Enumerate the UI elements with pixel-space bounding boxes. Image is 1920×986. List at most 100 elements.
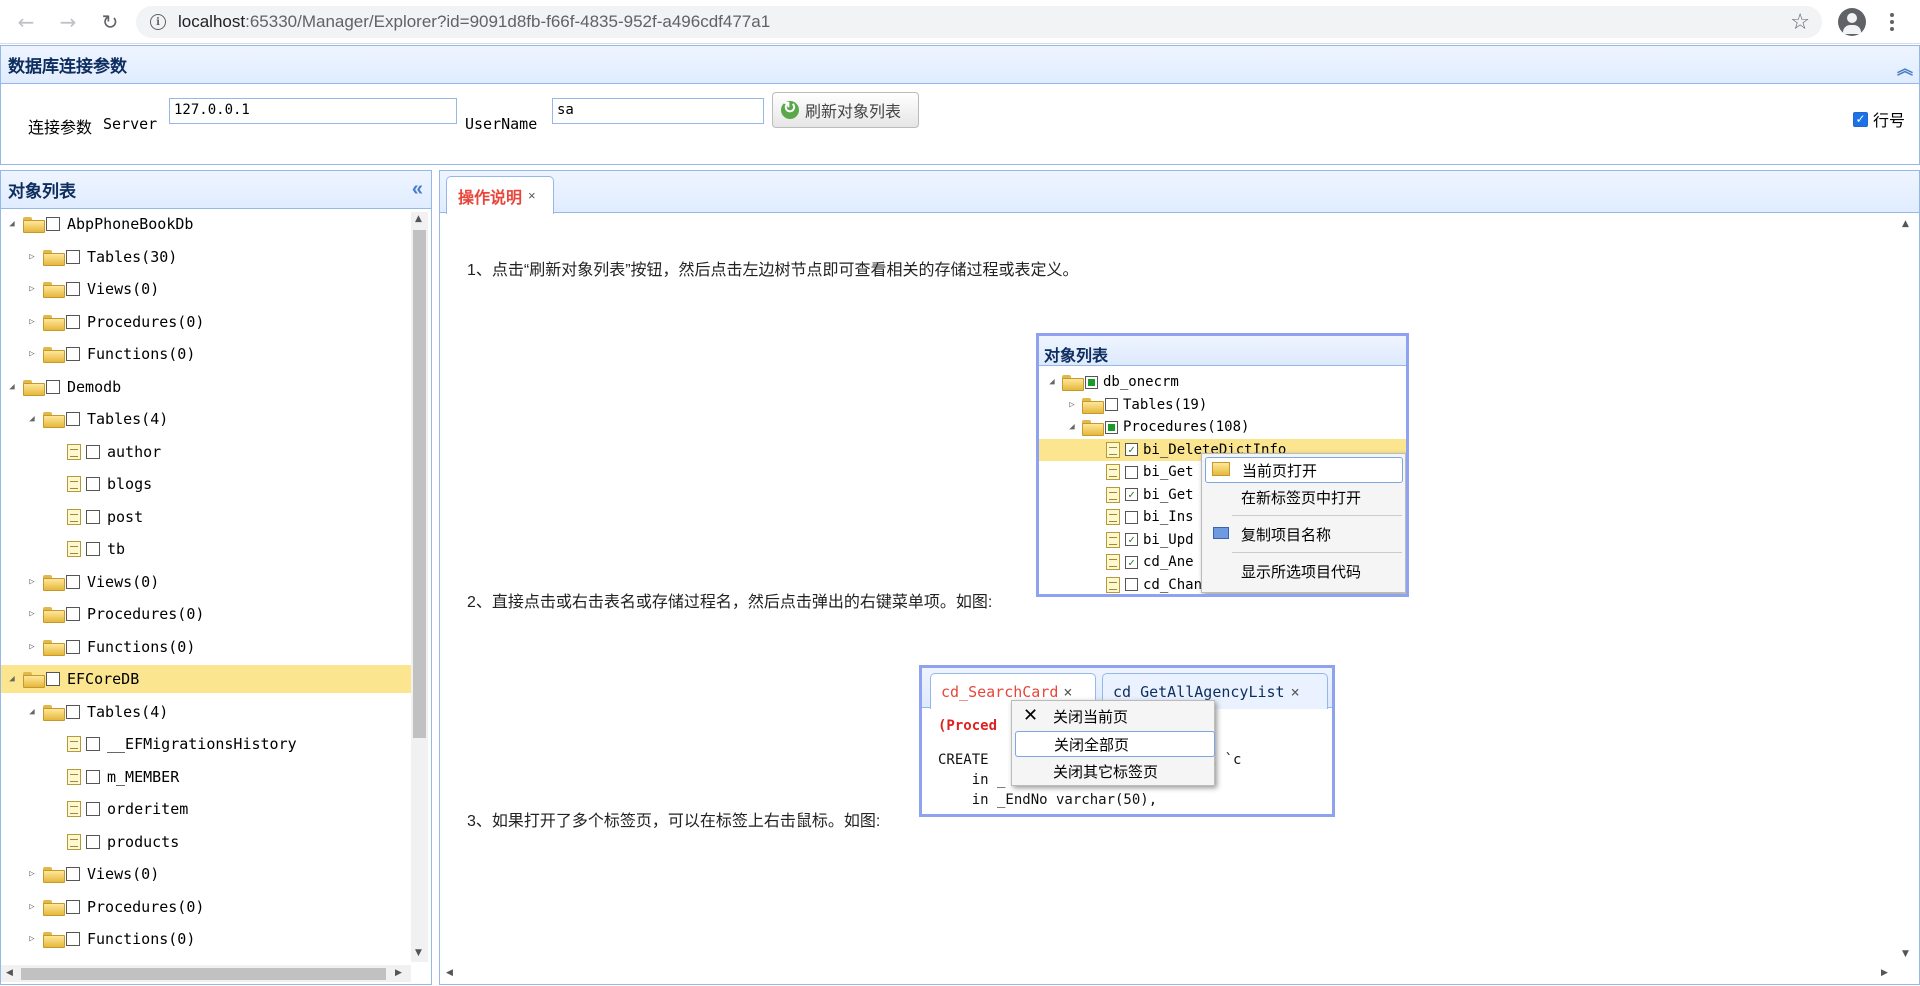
tree-node-checkbox[interactable] [66, 574, 80, 589]
tree-horizontal-scrollbar[interactable]: ◀ ▶ [1, 965, 411, 982]
menu-show-code[interactable]: 显示所选项目代码 [1205, 558, 1403, 584]
tree-node-checkbox[interactable] [66, 704, 80, 719]
address-bar[interactable]: i localhost:65330/Manager/Explorer?id=90… [136, 6, 1822, 38]
content-scroll-right-icon[interactable]: ▶ [1881, 968, 1888, 978]
tree-node[interactable]: ◢ Tables(4) [1, 698, 411, 726]
tree-node-checkbox[interactable] [46, 217, 60, 231]
collapsed-arrow-icon[interactable]: ▷ [25, 642, 39, 652]
tree-node[interactable]: blogs [1, 470, 411, 498]
scroll-right-arrow-icon[interactable]: ▶ [395, 968, 402, 978]
tree-node-checkbox[interactable] [66, 639, 80, 654]
collapsed-arrow-icon[interactable]: ▷ [25, 869, 39, 879]
scroll-down-arrow-icon[interactable]: ▼ [415, 948, 422, 958]
tree-node[interactable]: ◢ Tables(4) [1, 405, 411, 433]
collapsed-arrow-icon[interactable]: ▷ [25, 609, 39, 619]
expanded-arrow-icon[interactable]: ◢ [5, 674, 19, 684]
collapsed-arrow-icon[interactable]: ▷ [25, 252, 39, 262]
line-number-toggle[interactable]: ✓ 行号 [1853, 107, 1905, 131]
tree-node-checkbox[interactable] [46, 379, 60, 394]
tree-node[interactable]: ▷ Functions(0) [1, 925, 411, 953]
tree-node-checkbox[interactable] [66, 899, 80, 914]
tree-node-checkbox[interactable] [86, 737, 100, 751]
tree-node[interactable]: ▷ Tables(30) [1, 243, 411, 271]
tree-node-checkbox[interactable] [66, 412, 80, 426]
tree-node[interactable]: ▷ Procedures(0) [1, 893, 411, 921]
tree-node[interactable]: ▷ Functions(0) [1, 633, 411, 661]
tree-node-checkbox[interactable] [86, 769, 100, 784]
username-input[interactable]: sa [552, 98, 764, 124]
tree-node[interactable]: ▷ Views(0) [1, 275, 411, 303]
forward-arrow-icon[interactable]: → [54, 8, 82, 36]
content-scroll-up-icon[interactable]: ▲ [1902, 219, 1909, 229]
tree-node[interactable]: ▷ Procedures(0) [1, 600, 411, 628]
menu-copy-name[interactable]: 复制项目名称 [1205, 521, 1403, 547]
tab-close-icon[interactable]: × [1063, 683, 1072, 701]
tree-node-checkbox[interactable] [66, 932, 80, 946]
tree-node[interactable]: ▷ Functions(0) [1, 340, 411, 368]
content-horizontal-scrollbar[interactable]: ◀ ▶ [441, 965, 1897, 982]
site-info-icon[interactable]: i [150, 14, 166, 30]
collapsed-arrow-icon[interactable]: ▷ [25, 902, 39, 912]
refresh-object-list-button[interactable]: 刷新对象列表 [772, 92, 919, 128]
expanded-arrow-icon[interactable]: ◢ [5, 382, 19, 392]
menu-open-current[interactable]: 当前页打开 [1205, 457, 1403, 483]
expanded-arrow-icon[interactable]: ◢ [5, 219, 19, 229]
tab-close-icon[interactable]: × [528, 188, 536, 203]
server-input[interactable]: 127.0.0.1 [169, 98, 457, 124]
tab-close-icon[interactable]: × [1291, 683, 1300, 701]
tree-node[interactable]: tb [1, 535, 411, 563]
tree-node-checkbox[interactable] [46, 672, 60, 686]
expanded-arrow-icon[interactable]: ◢ [25, 707, 39, 717]
profile-avatar-icon[interactable] [1838, 8, 1866, 36]
tree-node[interactable]: post [1, 503, 411, 531]
collapsed-arrow-icon[interactable]: ▷ [25, 577, 39, 587]
tree-node-checkbox[interactable] [66, 347, 80, 361]
collapsed-arrow-icon[interactable]: ▷ [25, 284, 39, 294]
back-arrow-icon[interactable]: ← [12, 8, 40, 36]
tree-node[interactable]: ◢ EFCoreDB [1, 665, 411, 693]
line-number-checkbox[interactable]: ✓ [1853, 111, 1868, 127]
menu-open-new-tab[interactable]: 在新标签页中打开 [1205, 484, 1403, 510]
tree-node-checkbox[interactable] [86, 509, 100, 524]
browser-menu-icon[interactable] [1886, 8, 1898, 36]
menu-close-current[interactable]: ✕ 关闭当前页 [1015, 703, 1215, 729]
content-scroll-left-icon[interactable]: ◀ [446, 968, 453, 978]
collapse-up-icon[interactable]: ︽ [1897, 55, 1913, 79]
tree-node-checkbox[interactable] [86, 444, 100, 459]
tree-node-checkbox[interactable] [66, 314, 80, 329]
tree-node[interactable]: orderitem [1, 795, 411, 823]
collapse-left-icon[interactable]: « [412, 178, 423, 201]
scroll-up-arrow-icon[interactable]: ▲ [415, 214, 422, 224]
tree-node-checkbox[interactable] [66, 282, 80, 296]
content-vertical-scrollbar[interactable]: ▲ ▼ [1898, 213, 1915, 983]
reload-icon[interactable]: ↻ [96, 8, 124, 36]
tree-node[interactable]: __EFMigrationsHistory [1, 730, 411, 758]
tree-hscroll-thumb[interactable] [21, 968, 386, 980]
tree-node[interactable]: ▷ Views(0) [1, 860, 411, 888]
menu-close-all[interactable]: 关闭全部页 [1015, 731, 1215, 757]
tab-instructions[interactable]: 操作说明 × [446, 176, 554, 214]
tree-node-checkbox[interactable] [66, 249, 80, 264]
scroll-left-arrow-icon[interactable]: ◀ [6, 968, 13, 978]
tree-node-checkbox[interactable] [66, 867, 80, 881]
tree-scroll-thumb[interactable] [413, 230, 426, 738]
collapsed-arrow-icon[interactable]: ▷ [25, 934, 39, 944]
bookmark-star-icon[interactable]: ☆ [1790, 10, 1810, 35]
tree-node-checkbox[interactable] [86, 477, 100, 491]
tree-node-checkbox[interactable] [86, 542, 100, 556]
collapsed-arrow-icon[interactable]: ▷ [25, 349, 39, 359]
tree-node[interactable]: ◢ Demodb [1, 373, 411, 401]
tree-node[interactable]: ◢ AbpPhoneBookDb [1, 210, 411, 238]
menu-close-others[interactable]: 关闭其它标签页 [1015, 758, 1215, 784]
expanded-arrow-icon[interactable]: ◢ [25, 414, 39, 424]
tree-vertical-scrollbar[interactable]: ▲ ▼ [411, 212, 428, 962]
tree-node[interactable]: products [1, 828, 411, 856]
collapsed-arrow-icon[interactable]: ▷ [25, 317, 39, 327]
tree-node-checkbox[interactable] [86, 802, 100, 816]
tree-node-checkbox[interactable] [86, 834, 100, 849]
tree-node[interactable]: ▷ Procedures(0) [1, 308, 411, 336]
tree-node[interactable]: ▷ Views(0) [1, 568, 411, 596]
tree-node[interactable]: author [1, 438, 411, 466]
tree-node-checkbox[interactable] [66, 607, 80, 621]
content-scroll-down-icon[interactable]: ▼ [1902, 949, 1909, 959]
